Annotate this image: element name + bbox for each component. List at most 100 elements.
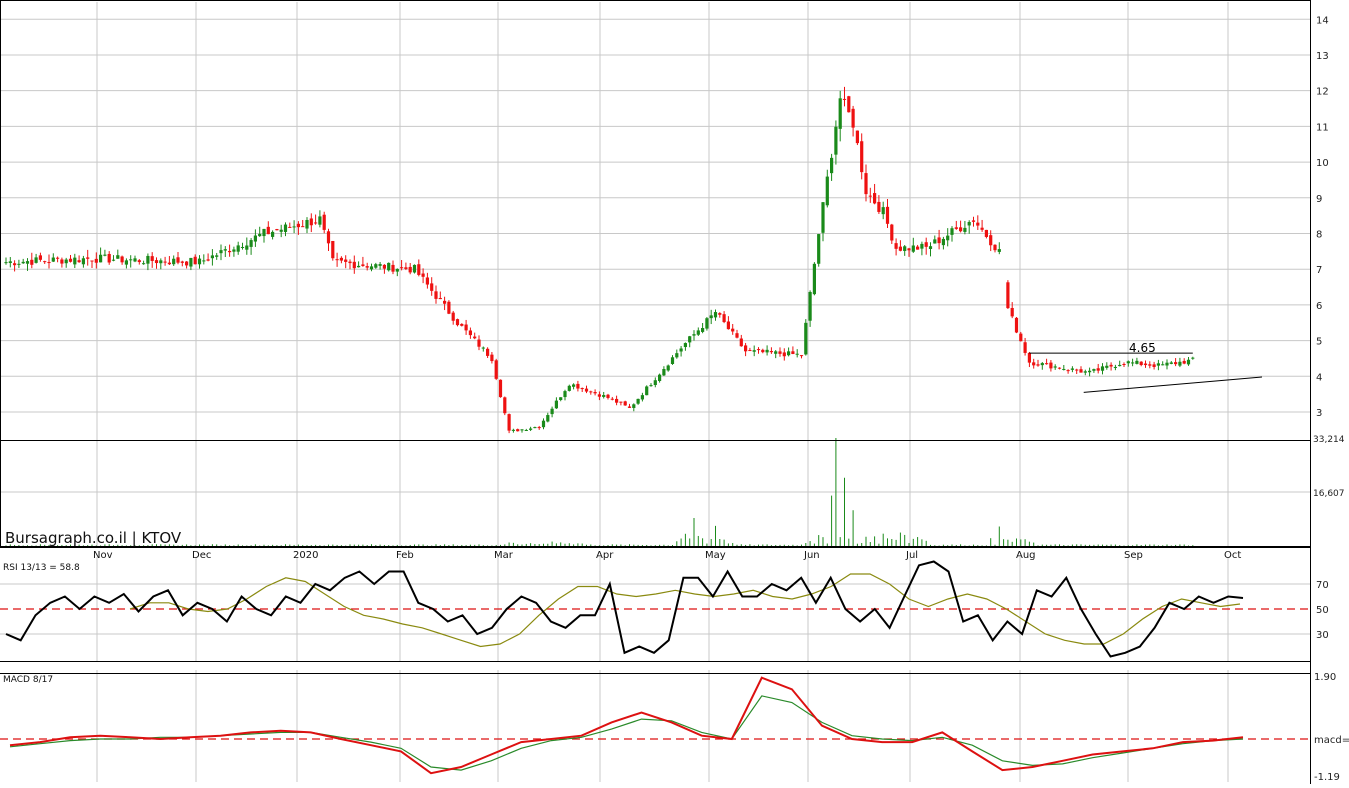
- candle-up: [99, 254, 103, 263]
- candle-up: [675, 353, 679, 358]
- candle-down: [314, 222, 318, 224]
- candle-up: [253, 235, 257, 242]
- price-tick-label: 12: [1316, 87, 1329, 98]
- candle-up: [369, 266, 374, 270]
- candle-up: [4, 262, 8, 264]
- candle-down: [425, 277, 429, 285]
- candle-down: [623, 401, 627, 406]
- candle-down: [894, 243, 898, 249]
- candle-down: [1010, 307, 1014, 317]
- candle-down: [890, 224, 894, 241]
- candle-down: [885, 206, 890, 224]
- candle-down: [180, 261, 184, 263]
- candle-down: [447, 301, 451, 314]
- candle-up: [563, 391, 567, 398]
- candle-down: [937, 237, 941, 244]
- candle-down: [275, 229, 279, 231]
- candle-up: [1165, 362, 1169, 366]
- candle-up: [941, 238, 945, 246]
- candle-up: [713, 312, 718, 318]
- candle-up: [662, 369, 666, 376]
- price-tick-label: 6: [1316, 301, 1322, 312]
- candle-down: [47, 262, 51, 264]
- month-label: Dec: [192, 550, 211, 561]
- month-label: Mar: [494, 550, 514, 561]
- candle-down: [873, 193, 877, 204]
- candle-down: [576, 383, 580, 389]
- panel-frames: [0, 0, 1311, 784]
- candle-down: [408, 266, 412, 273]
- candle-down: [326, 231, 331, 244]
- price-tick-label: 7: [1316, 265, 1322, 276]
- candle-down: [301, 226, 305, 228]
- candle-down: [1066, 370, 1070, 372]
- candle-up: [559, 397, 563, 400]
- candle-down: [842, 98, 847, 100]
- candle-up: [533, 427, 537, 429]
- candle-down: [971, 220, 976, 222]
- candle-up: [808, 291, 812, 321]
- candle-down: [477, 339, 481, 347]
- candle-up: [928, 246, 933, 249]
- candle-up: [215, 255, 219, 257]
- candle-up: [670, 357, 675, 364]
- candle-down: [86, 257, 90, 259]
- candle-up: [258, 233, 262, 237]
- candle-up: [946, 235, 950, 241]
- rsi-tick-label: 30: [1316, 630, 1329, 641]
- candle-up: [133, 258, 137, 262]
- candle-down: [791, 351, 795, 355]
- candle-down: [1023, 342, 1027, 353]
- rsi-tick-label: 50: [1316, 605, 1329, 616]
- candle-down: [739, 338, 743, 347]
- volume-tick-label: 33,214: [1313, 435, 1345, 445]
- candle-down: [391, 264, 395, 272]
- candle-down: [296, 223, 300, 228]
- macd-title: MACD 8/17: [3, 675, 53, 685]
- candle-down: [744, 345, 748, 352]
- candle-up: [283, 224, 288, 232]
- candle-up: [787, 351, 791, 356]
- candle-up: [1169, 362, 1173, 364]
- candle-up: [933, 239, 937, 244]
- candle-down: [1032, 362, 1036, 366]
- candle-down: [782, 352, 786, 357]
- month-label: Apr: [596, 550, 614, 561]
- candle-down: [163, 261, 167, 263]
- candle-up: [1070, 368, 1074, 370]
- candle-down: [860, 141, 864, 173]
- candle-up: [812, 263, 816, 295]
- candle-down: [778, 351, 782, 354]
- candle-down: [868, 195, 872, 197]
- candle-down: [597, 394, 601, 397]
- candle-down: [352, 261, 356, 269]
- candle-down: [993, 244, 997, 251]
- candle-up: [172, 258, 176, 265]
- candle-down: [916, 246, 920, 250]
- candle-up: [520, 429, 524, 431]
- candle-down: [486, 348, 490, 356]
- candle-down: [1045, 363, 1049, 365]
- candle-up: [202, 260, 206, 262]
- candle-down: [1019, 333, 1023, 342]
- candle-up: [1092, 369, 1096, 371]
- candle-up: [911, 245, 915, 252]
- candle-up: [1135, 360, 1139, 364]
- candle-up: [249, 240, 253, 247]
- candle-up: [752, 350, 756, 352]
- candle-up: [412, 264, 417, 273]
- volume-tick-label: 16,607: [1313, 489, 1345, 499]
- macd-tick-label: 1.90: [1314, 672, 1336, 683]
- candle-up: [357, 265, 361, 268]
- candle-down: [580, 388, 584, 390]
- candle-down: [1174, 362, 1178, 365]
- candle-down: [516, 429, 520, 432]
- candle-down: [68, 258, 73, 262]
- candle-down: [898, 246, 902, 251]
- candle-down: [77, 260, 81, 263]
- candle-up: [774, 351, 778, 354]
- candle-down: [443, 300, 447, 304]
- candle-down: [877, 201, 881, 212]
- candle-down: [799, 355, 804, 357]
- candle-down: [503, 397, 507, 414]
